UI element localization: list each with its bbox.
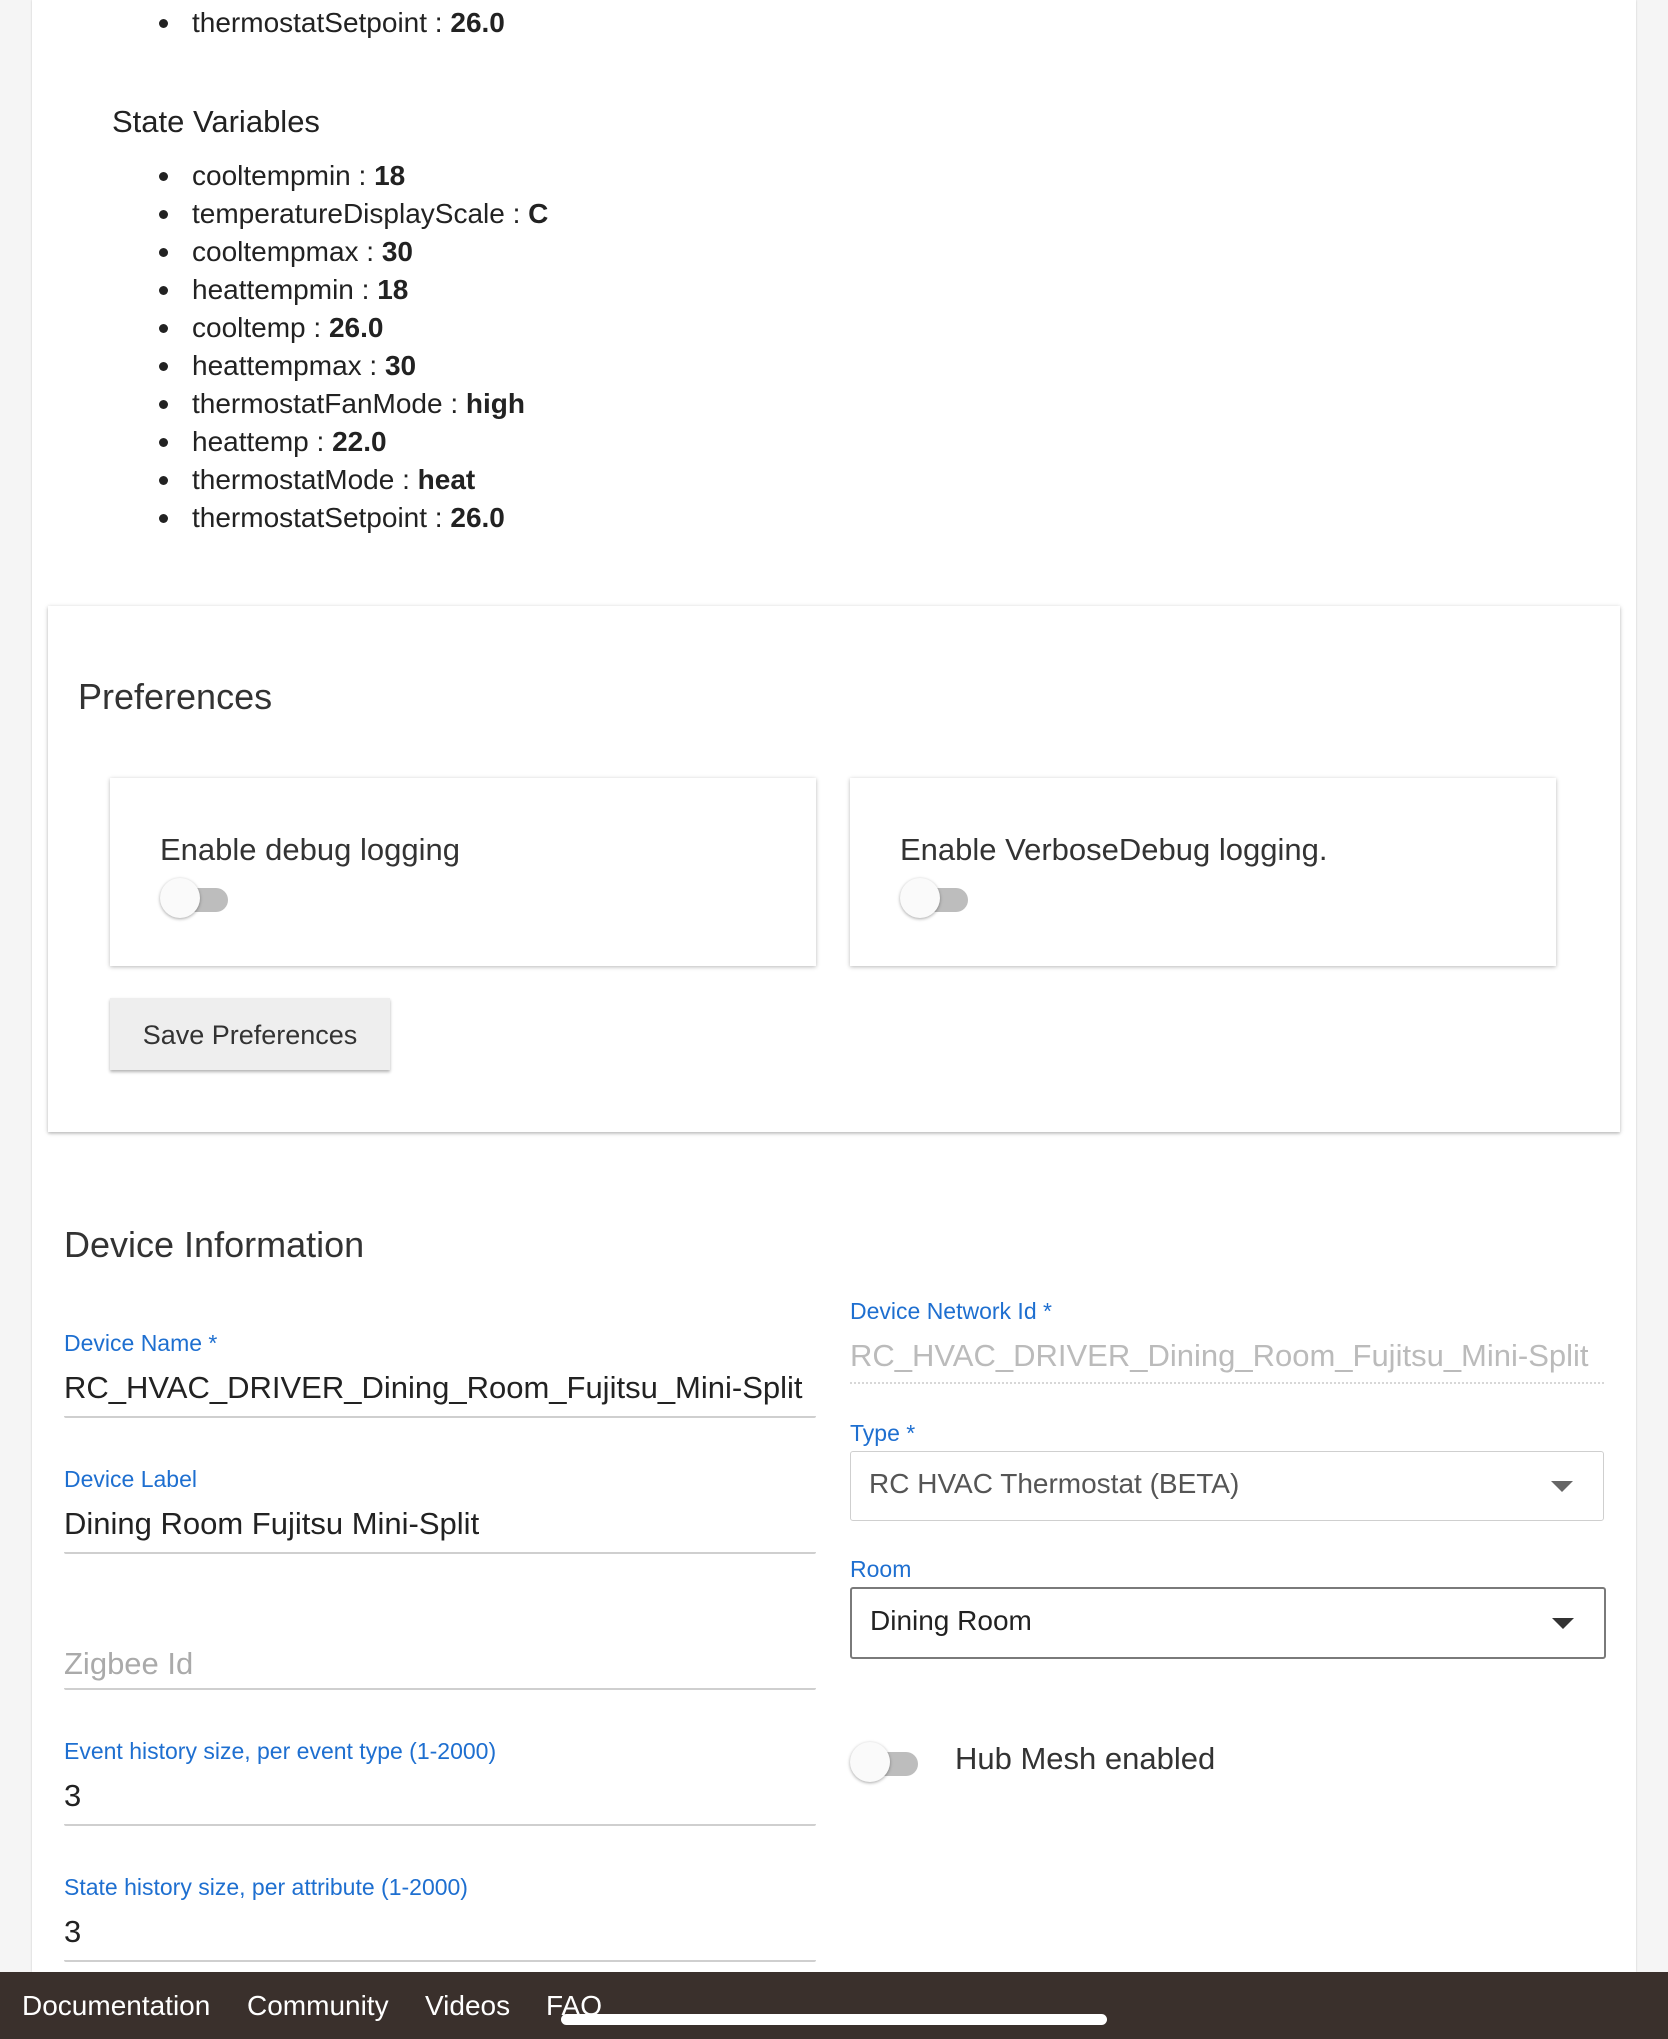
- zigbee-id-input[interactable]: Zigbee Id: [64, 1646, 193, 1682]
- field-underline: [64, 1688, 816, 1690]
- device-network-id-label: Device Network Id *: [850, 1298, 1052, 1324]
- attribute-list: thermostatSetpoint : 26.0: [32, 4, 505, 42]
- room-select[interactable]: Dining Room: [850, 1587, 1606, 1659]
- room-selected-value: Dining Room: [870, 1605, 1032, 1636]
- type-select[interactable]: RC HVAC Thermostat (BETA): [850, 1451, 1604, 1521]
- device-name-field[interactable]: Device Name * RC_HVAC_DRIVER_Dining_Room…: [64, 1330, 816, 1418]
- hub-mesh-toggle[interactable]: [850, 1740, 922, 1784]
- debug-logging-toggle[interactable]: [160, 876, 232, 920]
- chevron-down-icon: [1551, 1481, 1573, 1492]
- type-label: Type *: [850, 1420, 916, 1446]
- field-underline: [64, 1824, 816, 1826]
- footer-link-videos[interactable]: Videos: [425, 1990, 510, 2022]
- preferences-title: Preferences: [78, 676, 273, 717]
- zigbee-id-field[interactable]: Zigbee Id: [64, 1640, 816, 1690]
- room-label-wrap: Room: [850, 1556, 1604, 1586]
- home-indicator: [561, 2014, 1107, 2025]
- list-item: thermostatFanMode : high: [158, 385, 548, 423]
- field-underline: [64, 1552, 816, 1554]
- list-item: heattempmax : 30: [158, 347, 548, 385]
- device-name-label: Device Name *: [64, 1330, 218, 1356]
- device-label-input[interactable]: Dining Room Fujitsu Mini-Split: [64, 1506, 479, 1542]
- list-item: cooltemp : 26.0: [158, 309, 548, 347]
- type-selected-value: RC HVAC Thermostat (BETA): [869, 1468, 1240, 1499]
- save-preferences-button[interactable]: Save Preferences: [110, 998, 390, 1070]
- event-history-field[interactable]: Event history size, per event type (1-20…: [64, 1738, 816, 1826]
- verbose-logging-label: Enable VerboseDebug logging.: [900, 832, 1328, 867]
- list-item: cooltempmax : 30: [158, 233, 548, 271]
- list-item: thermostatMode : heat: [158, 461, 548, 499]
- footer-link-community[interactable]: Community: [247, 1990, 389, 2022]
- event-history-label: Event history size, per event type (1-20…: [64, 1738, 497, 1764]
- device-label-label: Device Label: [64, 1466, 197, 1492]
- list-item: temperatureDisplayScale : C: [158, 195, 548, 233]
- device-network-id-field: Device Network Id * RC_HVAC_DRIVER_Dinin…: [850, 1298, 1604, 1386]
- list-item: thermostatSetpoint : 26.0: [158, 499, 548, 537]
- field-underline: [64, 1960, 816, 1962]
- verbose-logging-card: Enable VerboseDebug logging.: [850, 778, 1556, 966]
- verbose-logging-toggle[interactable]: [900, 876, 972, 920]
- state-history-input[interactable]: 3: [64, 1914, 81, 1950]
- hub-mesh-label: Hub Mesh enabled: [955, 1741, 1216, 1776]
- toggle-knob: [900, 878, 940, 918]
- footer-link-documentation[interactable]: Documentation: [22, 1990, 210, 2022]
- room-label: Room: [850, 1556, 912, 1582]
- state-history-field[interactable]: State history size, per attribute (1-200…: [64, 1874, 816, 1962]
- state-history-label: State history size, per attribute (1-200…: [64, 1874, 468, 1900]
- debug-logging-label: Enable debug logging: [160, 832, 460, 867]
- field-underline: [64, 1416, 816, 1418]
- list-item: thermostatSetpoint : 26.0: [159, 4, 505, 42]
- device-network-id-value: RC_HVAC_DRIVER_Dining_Room_Fujitsu_Mini-…: [850, 1338, 1589, 1373]
- state-variables-list: cooltempmin : 18 temperatureDisplayScale…: [32, 157, 548, 537]
- device-name-input[interactable]: RC_HVAC_DRIVER_Dining_Room_Fujitsu_Mini-…: [64, 1370, 803, 1406]
- debug-logging-card: Enable debug logging: [110, 778, 816, 966]
- list-item: cooltempmin : 18: [158, 157, 548, 195]
- toggle-knob: [160, 878, 200, 918]
- device-label-field[interactable]: Device Label Dining Room Fujitsu Mini-Sp…: [64, 1466, 816, 1554]
- list-item: heattemp : 22.0: [158, 423, 548, 461]
- list-item: heattempmin : 18: [158, 271, 548, 309]
- chevron-down-icon: [1552, 1618, 1574, 1629]
- field-underline: [850, 1382, 1604, 1384]
- state-variables-title: State Variables: [112, 104, 320, 139]
- footer-bar: Documentation Community Videos FAQ: [0, 1972, 1668, 2039]
- device-information-title: Device Information: [64, 1224, 365, 1265]
- event-history-input[interactable]: 3: [64, 1778, 81, 1814]
- toggle-knob: [850, 1742, 890, 1782]
- type-label-wrap: Type *: [850, 1420, 1604, 1450]
